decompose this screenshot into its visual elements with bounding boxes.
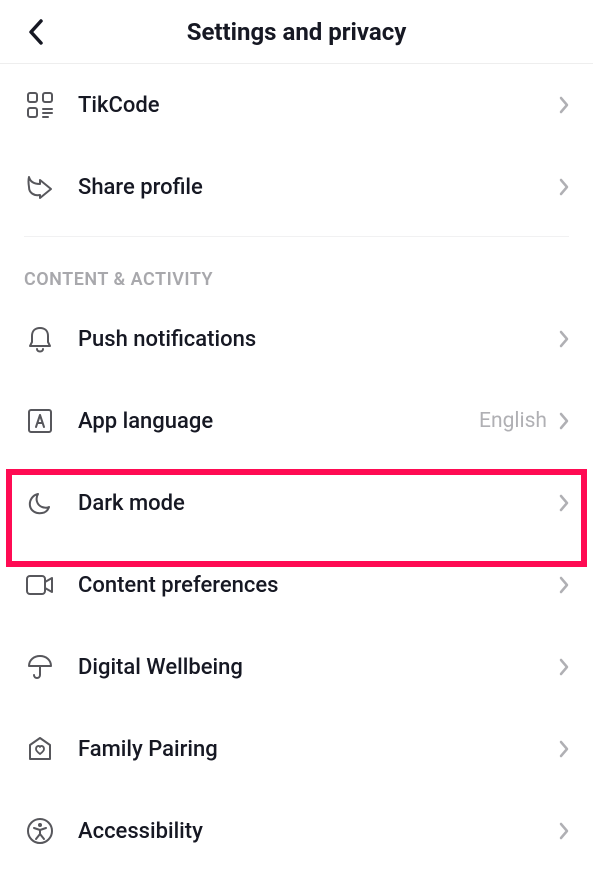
row-label: Push notifications xyxy=(78,327,559,352)
moon-icon xyxy=(24,487,56,519)
chevron-right-icon xyxy=(559,412,569,430)
share-icon xyxy=(24,171,56,203)
row-value: English xyxy=(479,409,547,433)
row-label: Accessibility xyxy=(78,819,559,844)
language-icon xyxy=(24,405,56,437)
row-label: App language xyxy=(78,409,479,434)
settings-list: TikCode Share profile CONTENT & ACTIVITY… xyxy=(0,64,593,872)
chevron-right-icon xyxy=(559,494,569,512)
video-icon xyxy=(24,569,56,601)
accessibility-icon xyxy=(24,815,56,847)
row-digital-wellbeing[interactable]: Digital Wellbeing xyxy=(0,626,593,708)
chevron-right-icon xyxy=(559,576,569,594)
row-app-language[interactable]: App language English xyxy=(0,380,593,462)
back-button[interactable] xyxy=(20,16,52,48)
row-push-notifications[interactable]: Push notifications xyxy=(0,298,593,380)
chevron-right-icon xyxy=(559,330,569,348)
row-label: Dark mode xyxy=(78,491,559,516)
chevron-right-icon xyxy=(559,178,569,196)
row-label: Family Pairing xyxy=(78,737,559,762)
chevron-right-icon xyxy=(559,740,569,758)
row-label: Digital Wellbeing xyxy=(78,655,559,680)
row-label: Content preferences xyxy=(78,573,559,598)
tikcode-icon xyxy=(24,89,56,121)
family-icon xyxy=(24,733,56,765)
section-title: CONTENT & ACTIVITY xyxy=(0,237,593,298)
umbrella-icon xyxy=(24,651,56,683)
chevron-right-icon xyxy=(559,658,569,676)
row-family-pairing[interactable]: Family Pairing xyxy=(0,708,593,790)
row-label: TikCode xyxy=(78,93,559,118)
chevron-right-icon xyxy=(559,822,569,840)
row-accessibility[interactable]: Accessibility xyxy=(0,790,593,872)
back-icon xyxy=(28,18,44,46)
header: Settings and privacy xyxy=(0,0,593,64)
row-tikcode[interactable]: TikCode xyxy=(0,64,593,146)
row-share-profile[interactable]: Share profile xyxy=(0,146,593,228)
page-title: Settings and privacy xyxy=(187,18,407,46)
row-dark-mode[interactable]: Dark mode xyxy=(0,462,593,544)
row-content-preferences[interactable]: Content preferences xyxy=(0,544,593,626)
chevron-right-icon xyxy=(559,96,569,114)
row-label: Share profile xyxy=(78,175,559,200)
bell-icon xyxy=(24,323,56,355)
